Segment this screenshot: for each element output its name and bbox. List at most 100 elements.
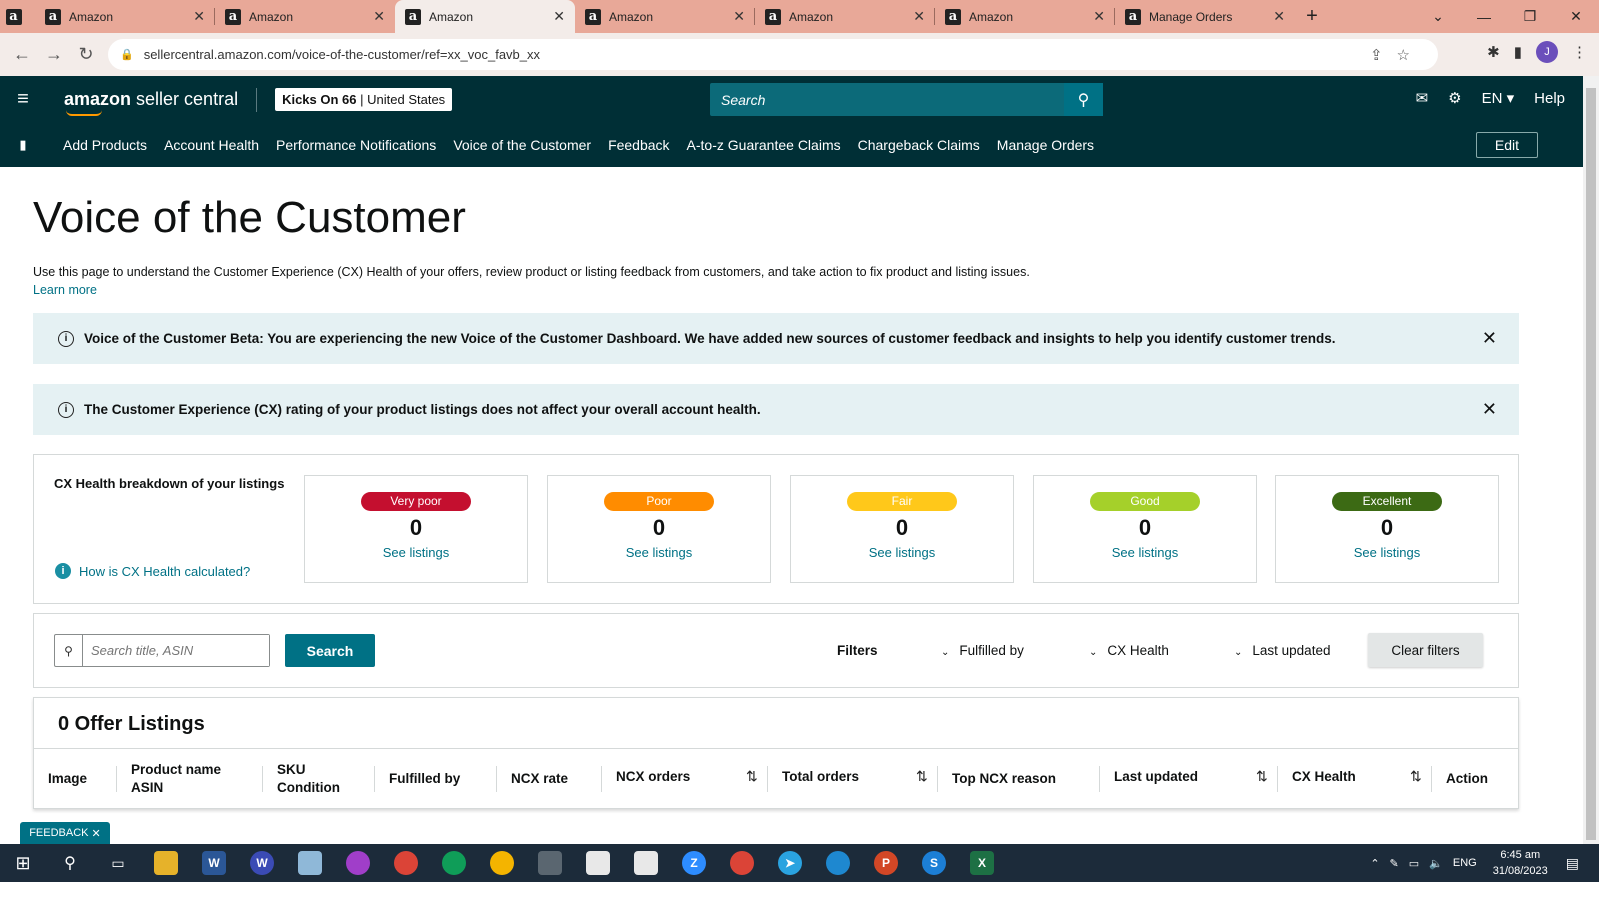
help-link[interactable]: Help	[1534, 90, 1565, 107]
search-icon[interactable]: ⚲	[46, 844, 94, 882]
filter-last-updated[interactable]: ⌄ Last updated	[1234, 643, 1330, 658]
nav-performance-notifications[interactable]: Performance Notifications	[276, 137, 436, 153]
see-listings-link[interactable]: See listings	[548, 545, 770, 560]
close-icon[interactable]: ✕	[373, 8, 385, 25]
browser-tab[interactable]: a Amazon ✕	[575, 0, 755, 33]
chrome-icon[interactable]	[718, 844, 766, 882]
clock[interactable]: 6:45 am 31/08/2023	[1493, 847, 1548, 879]
file-explorer-icon[interactable]	[142, 844, 190, 882]
chrome-icon[interactable]	[478, 844, 526, 882]
see-listings-link[interactable]: See listings	[1034, 545, 1256, 560]
filter-fulfilled-by[interactable]: ⌄ Fulfilled by	[941, 643, 1024, 658]
task-view-icon[interactable]: ▭	[94, 844, 142, 882]
see-listings-link[interactable]: See listings	[305, 545, 527, 560]
language-selector[interactable]: EN ▾	[1482, 89, 1515, 107]
sort-icon[interactable]: ⇅	[1410, 768, 1422, 785]
profile-avatar[interactable]: J	[1536, 41, 1558, 63]
restore-icon[interactable]: ❐	[1507, 8, 1553, 25]
nav-feedback[interactable]: Feedback	[608, 137, 669, 153]
window-close-icon[interactable]: ✕	[1553, 8, 1599, 25]
learn-more-link[interactable]: Learn more	[33, 283, 97, 297]
sort-icon[interactable]: ⇅	[916, 768, 928, 785]
app-icon[interactable]	[574, 844, 622, 882]
url-bar[interactable]: 🔒 sellercentral.amazon.com/voice-of-the-…	[108, 39, 1438, 70]
col-total-orders[interactable]: Total orders	[782, 768, 859, 786]
hamburger-menu-icon[interactable]: ≡	[0, 88, 46, 111]
close-icon[interactable]: ✕	[733, 8, 745, 25]
nav-a-to-z-claims[interactable]: A-to-z Guarantee Claims	[687, 137, 841, 153]
chevron-up-icon[interactable]: ⌃	[1370, 857, 1379, 870]
excel-icon[interactable]: X	[958, 844, 1006, 882]
telegram-icon[interactable]: ➤	[766, 844, 814, 882]
tab-search-icon[interactable]: ⌄	[1415, 8, 1461, 25]
bookmark-star-icon[interactable]: ☆	[1397, 47, 1424, 64]
col-cx-health[interactable]: CX Health	[1292, 768, 1356, 786]
calculator-icon[interactable]	[526, 844, 574, 882]
filter-cx-health[interactable]: ⌄ CX Health	[1089, 643, 1169, 658]
share-icon[interactable]: ⇪	[1370, 47, 1397, 64]
header-search-input[interactable]	[710, 83, 1064, 116]
new-tab-icon[interactable]: +	[1295, 5, 1329, 28]
edge-icon[interactable]	[814, 844, 862, 882]
edit-nav-button[interactable]: Edit	[1475, 132, 1538, 158]
back-icon[interactable]: ←	[6, 44, 38, 65]
word-icon[interactable]: W	[190, 844, 238, 882]
minimize-icon[interactable]: —	[1461, 9, 1507, 25]
seller-central-logo[interactable]: amazon seller central	[64, 89, 238, 116]
chrome-icon[interactable]	[430, 844, 478, 882]
network-icon[interactable]: ▭	[1409, 857, 1419, 870]
nav-account-health[interactable]: Account Health	[164, 137, 259, 153]
nav-add-products[interactable]: Add Products	[63, 137, 147, 153]
pen-icon[interactable]: ✎	[1390, 857, 1399, 870]
gear-icon[interactable]: ⚙	[1448, 89, 1461, 107]
reload-icon[interactable]: ↻	[70, 44, 102, 65]
nav-chargeback-claims[interactable]: Chargeback Claims	[858, 137, 980, 153]
feedback-tab[interactable]: FEEDBACK ✕	[20, 822, 110, 844]
zoom-icon[interactable]: Z	[670, 844, 718, 882]
see-listings-link[interactable]: See listings	[1276, 545, 1498, 560]
mail-icon[interactable]: ✉	[1416, 89, 1429, 107]
notepad-icon[interactable]	[286, 844, 334, 882]
lock-icon[interactable]: 🔒	[120, 48, 134, 61]
language-indicator[interactable]: ENG	[1453, 857, 1477, 869]
close-icon[interactable]: ✕	[1093, 8, 1105, 25]
col-last-updated[interactable]: Last updated	[1114, 768, 1198, 786]
sort-icon[interactable]: ⇅	[1256, 768, 1268, 785]
browser-tab[interactable]: a Amazon ✕	[215, 0, 395, 33]
close-icon[interactable]: ✕	[913, 8, 925, 25]
close-icon[interactable]: ✕	[1482, 328, 1497, 349]
clear-filters-button[interactable]: Clear filters	[1368, 633, 1483, 667]
browser-tab[interactable]: a Amazon ✕	[935, 0, 1115, 33]
extensions-icon[interactable]: ✱	[1487, 43, 1500, 61]
skype-icon[interactable]: S	[910, 844, 958, 882]
volume-icon[interactable]: 🔈	[1429, 857, 1443, 870]
browser-tab[interactable]: a Manage Orders ✕	[1115, 0, 1295, 33]
search-icon[interactable]: ⚲	[1064, 83, 1103, 116]
sort-icon[interactable]: ⇅	[746, 768, 758, 785]
wps-icon[interactable]: W	[238, 844, 286, 882]
nav-manage-orders[interactable]: Manage Orders	[997, 137, 1094, 153]
bookmark-icon[interactable]: ▮	[0, 137, 46, 153]
col-ncx-orders[interactable]: NCX orders	[616, 768, 690, 786]
search-button[interactable]: Search	[285, 634, 375, 667]
browser-tab-active[interactable]: a Amazon ✕	[395, 0, 575, 33]
cx-health-calc-link[interactable]: i How is CX Health calculated?	[55, 563, 250, 579]
powerpoint-icon[interactable]: P	[862, 844, 910, 882]
store-selector[interactable]: Kicks On 66 | United States	[275, 88, 453, 111]
app-icon[interactable]	[622, 844, 670, 882]
close-icon[interactable]: ✕	[193, 8, 205, 25]
forward-icon[interactable]: →	[38, 44, 70, 65]
chrome-icon[interactable]	[382, 844, 430, 882]
browser-tab[interactable]: a Amazon ✕	[755, 0, 935, 33]
notification-icon[interactable]: ▤	[1566, 855, 1579, 872]
amazon-favicon-tab[interactable]: a	[0, 0, 35, 33]
close-icon[interactable]: ✕	[1273, 8, 1285, 25]
listing-search-input[interactable]	[83, 635, 269, 666]
page-scrollbar[interactable]	[1583, 76, 1599, 847]
close-icon[interactable]: ✕	[553, 8, 565, 25]
browser-tab[interactable]: a Amazon ✕	[35, 0, 215, 33]
side-panel-icon[interactable]: ▮	[1514, 43, 1522, 61]
menu-kebab-icon[interactable]: ⋮	[1572, 43, 1587, 61]
messenger-icon[interactable]	[334, 844, 382, 882]
nav-voice-of-the-customer[interactable]: Voice of the Customer	[453, 137, 591, 153]
